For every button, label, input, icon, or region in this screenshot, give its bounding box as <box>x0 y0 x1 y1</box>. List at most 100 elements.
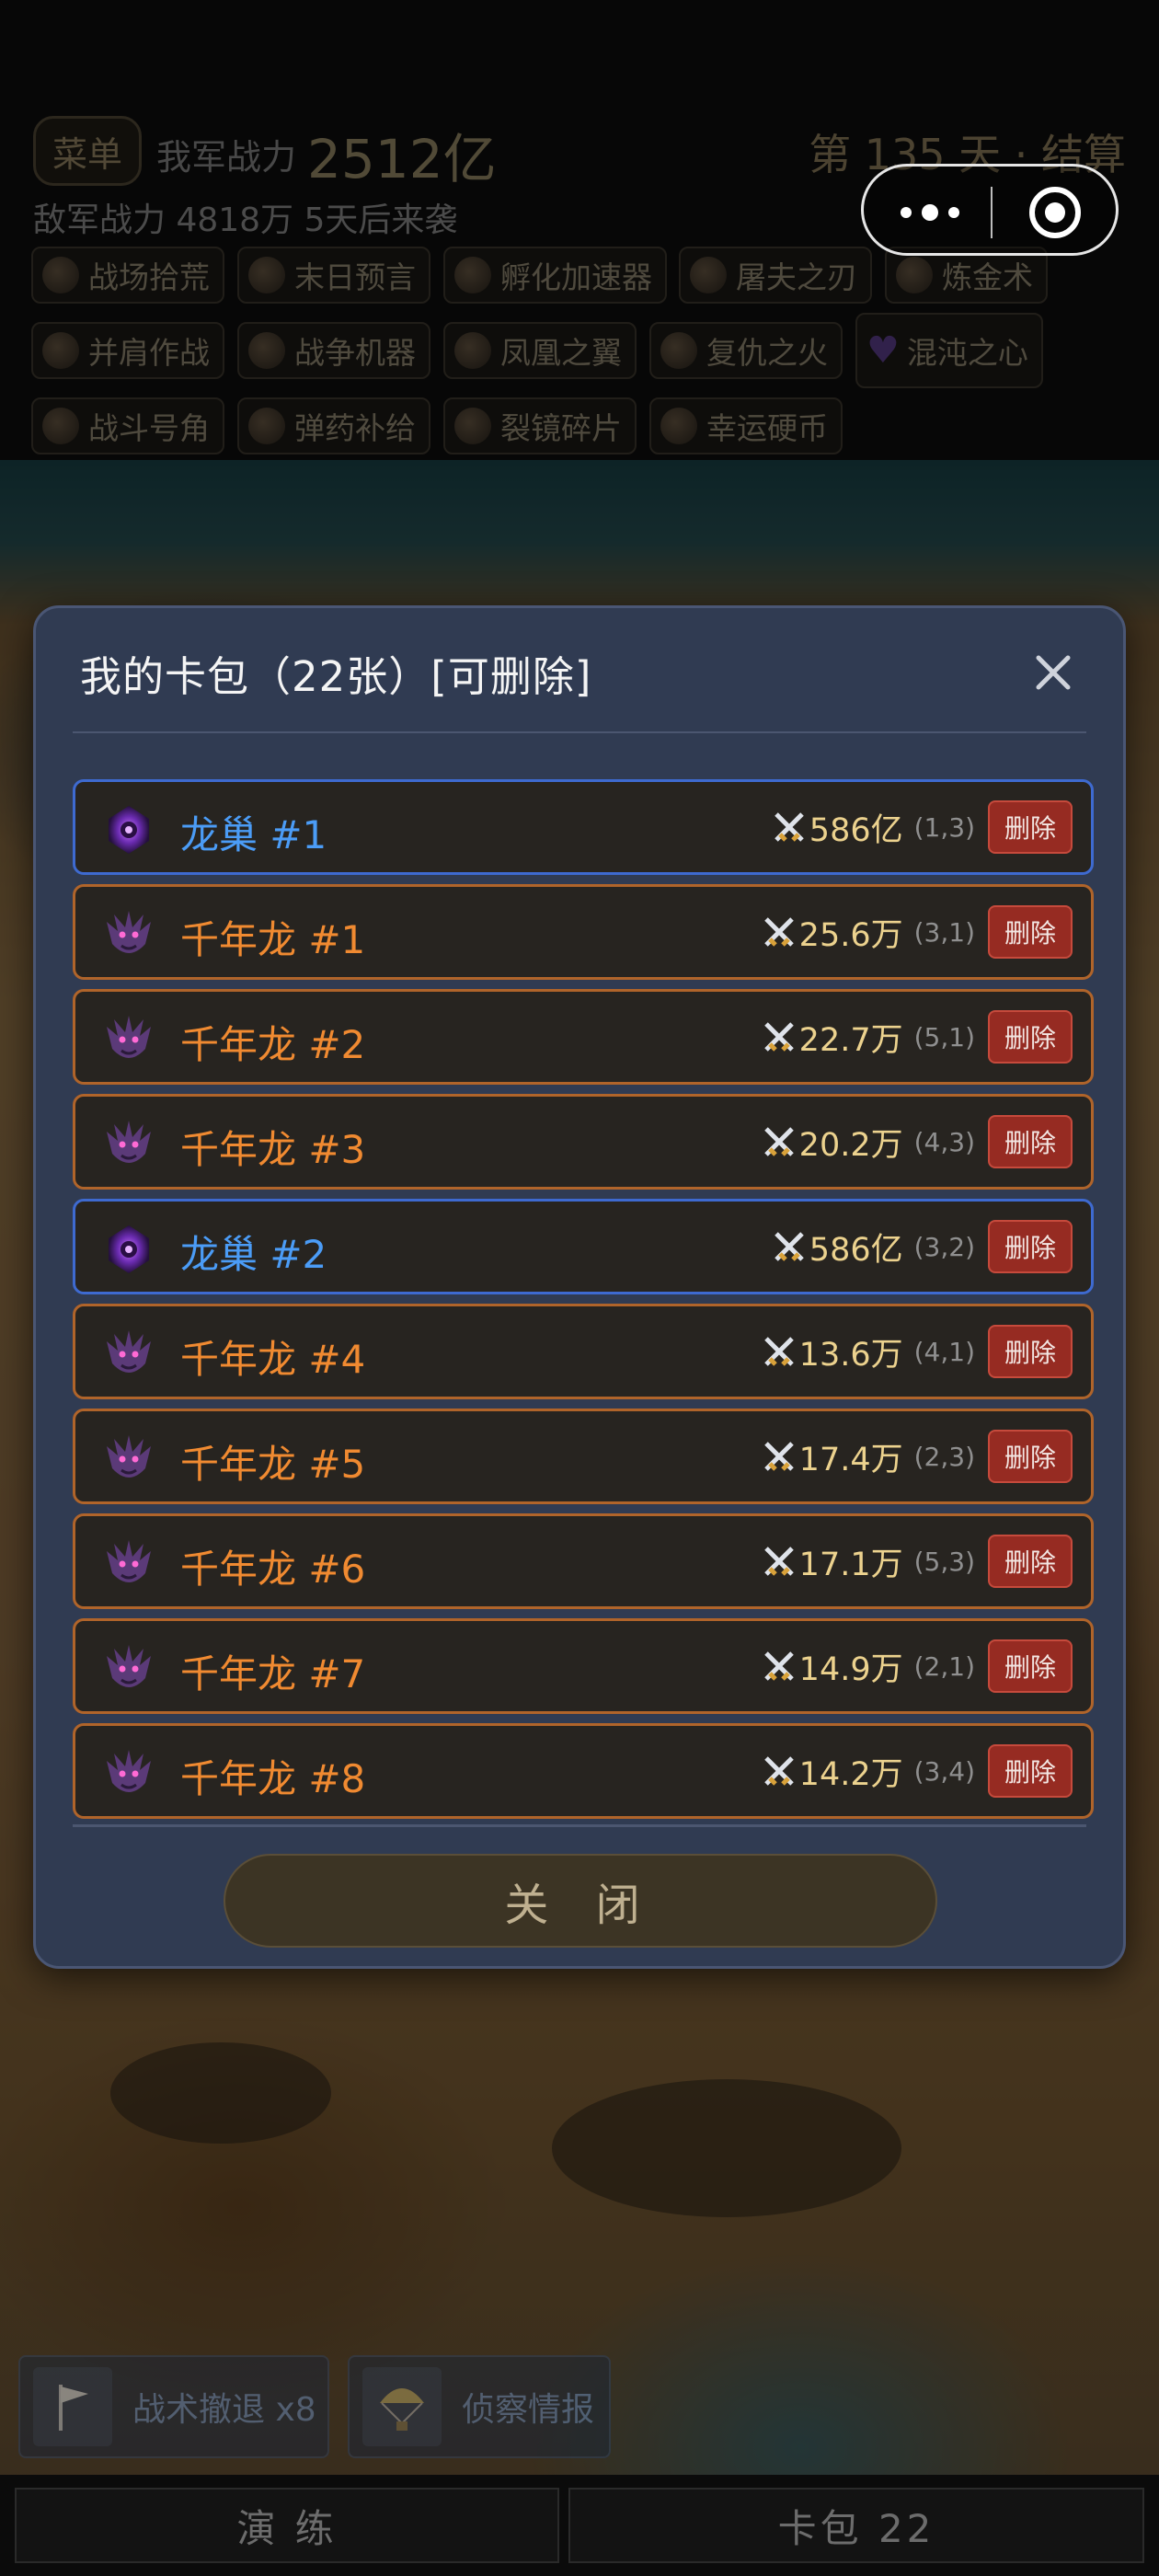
card-position: (3,4) <box>913 1755 975 1787</box>
card-power: 586亿 <box>809 1231 903 1269</box>
card-row[interactable]: 千年龙 #5 17.4万 (2,3) 删除 <box>73 1409 1094 1504</box>
shard-icon <box>454 408 491 444</box>
card-row[interactable]: 千年龙 #8 14.2万 (3,4) 删除 <box>73 1723 1094 1819</box>
delete-button[interactable]: 删除 <box>988 1639 1073 1693</box>
delete-button[interactable]: 删除 <box>988 1115 1073 1168</box>
crossed-swords-icon <box>761 1543 798 1580</box>
buff-chip[interactable]: 末日预言 <box>237 247 430 304</box>
card-row[interactable]: 千年龙 #4 13.6万 (4,1) 删除 <box>73 1304 1094 1399</box>
crossed-swords-icon <box>761 1753 798 1789</box>
capsule-divider <box>991 187 993 238</box>
tactical-retreat-button[interactable]: 战术撤退 x8 <box>18 2355 329 2458</box>
card-position: (5,3) <box>913 1546 975 1577</box>
card-position: (5,1) <box>913 1021 975 1052</box>
card-power: 25.6万 <box>798 916 903 954</box>
delete-button[interactable]: 删除 <box>988 1744 1073 1798</box>
recon-button[interactable]: 侦察情报 <box>348 2355 611 2458</box>
phoenix-icon <box>454 332 491 369</box>
crossed-swords-icon <box>771 809 808 845</box>
close-miniprogram-icon[interactable] <box>1027 185 1083 240</box>
card-name: 龙巢 #1 <box>180 812 327 857</box>
buff-chip[interactable]: 战争机器 <box>237 322 430 379</box>
dialog-title: 我的卡包（22张）[可删除] <box>80 652 592 701</box>
parachute-icon <box>362 2367 442 2446</box>
card-row[interactable]: 龙巢 #2 586亿 (3,2) 删除 <box>73 1199 1094 1294</box>
delete-button[interactable]: 删除 <box>988 800 1073 854</box>
card-row[interactable]: 千年龙 #2 22.7万 (5,1) 删除 <box>73 989 1094 1085</box>
card-power: 17.4万 <box>798 1441 903 1478</box>
fire-icon <box>660 332 697 369</box>
buff-chip[interactable]: 孵化加速器 <box>443 247 667 304</box>
ancient-dragon-icon <box>101 1746 156 1801</box>
card-name: 龙巢 #2 <box>180 1232 327 1277</box>
card-stats: 14.2万 (3,4) 删除 <box>761 1726 1073 1816</box>
card-position: (4,3) <box>913 1126 975 1157</box>
delete-button[interactable]: 删除 <box>988 1535 1073 1588</box>
crossed-swords-icon <box>761 1648 798 1685</box>
card-name: 千年龙 #2 <box>180 1022 366 1067</box>
card-power: 14.9万 <box>798 1650 903 1688</box>
card-row[interactable]: 千年龙 #7 14.9万 (2,1) 删除 <box>73 1618 1094 1714</box>
card-position: (2,1) <box>913 1650 975 1682</box>
close-button[interactable]: 关 闭 <box>224 1854 937 1948</box>
menu-button[interactable]: 菜单 <box>33 116 142 186</box>
buff-chip[interactable]: 凤凰之翼 <box>443 322 637 379</box>
card-stats: 14.9万 (2,1) 删除 <box>761 1621 1073 1711</box>
buff-chip[interactable]: 战斗号角 <box>31 397 224 454</box>
doom-icon <box>248 257 285 293</box>
card-position: (4,1) <box>913 1336 975 1367</box>
buff-chip[interactable]: 并肩作战 <box>31 322 224 379</box>
dragon-nest-icon <box>101 1222 156 1277</box>
buff-chip[interactable]: 战场拾荒 <box>31 247 224 304</box>
card-power: 17.1万 <box>798 1546 903 1583</box>
card-position: (3,1) <box>913 916 975 948</box>
card-row[interactable]: 龙巢 #1 586亿 (1,3) 删除 <box>73 779 1094 875</box>
delete-button[interactable]: 删除 <box>988 1325 1073 1378</box>
card-row[interactable]: 千年龙 #6 17.1万 (5,3) 删除 <box>73 1513 1094 1609</box>
card-row[interactable]: 千年龙 #3 20.2万 (4,3) 删除 <box>73 1094 1094 1190</box>
card-pack-dialog: 我的卡包（22张）[可删除] 龙巢 #1 586亿 (1,3) 删除 千年龙 #1 25.… <box>33 605 1126 1969</box>
card-stats: 25.6万 (3,1) 删除 <box>761 887 1073 977</box>
card-position: (2,3) <box>913 1441 975 1472</box>
card-power: 13.6万 <box>798 1336 903 1374</box>
card-power: 14.2万 <box>798 1755 903 1793</box>
card-stats: 586亿 (1,3) 删除 <box>771 782 1073 872</box>
more-dots-icon[interactable] <box>893 190 967 235</box>
crossed-swords-icon <box>761 1123 798 1160</box>
card-stats: 22.7万 (5,1) 删除 <box>761 992 1073 1082</box>
delete-button[interactable]: 删除 <box>988 1430 1073 1483</box>
incubator-icon <box>454 257 491 293</box>
tab-cardpack[interactable]: 卡包 22 <box>568 2488 1144 2563</box>
card-stats: 20.2万 (4,3) 删除 <box>761 1097 1073 1187</box>
delete-button[interactable]: 删除 <box>988 1010 1073 1064</box>
buff-chip[interactable]: 裂镜碎片 <box>443 397 637 454</box>
ally-icon <box>42 332 79 369</box>
card-stats: 17.4万 (2,3) 删除 <box>761 1411 1073 1501</box>
buff-chip[interactable]: 幸运硬币 <box>649 397 843 454</box>
army-power-value: 2512亿 <box>307 128 497 190</box>
close-icon[interactable] <box>1029 649 1077 696</box>
ancient-dragon-icon <box>101 1432 156 1487</box>
card-row[interactable]: 千年龙 #1 25.6万 (3,1) 删除 <box>73 884 1094 980</box>
card-power: 22.7万 <box>798 1021 903 1059</box>
buff-chip[interactable]: 屠夫之刃 <box>679 247 872 304</box>
card-stats: 13.6万 (4,1) 删除 <box>761 1306 1073 1397</box>
card-stats: 17.1万 (5,3) 删除 <box>761 1516 1073 1606</box>
buff-chip[interactable]: 弹药补给 <box>237 397 430 454</box>
ammo-icon <box>248 408 285 444</box>
card-stats: 586亿 (3,2) 删除 <box>771 1202 1073 1292</box>
miniprogram-capsule <box>861 164 1119 256</box>
buff-chip[interactable]: 复仇之火 <box>649 322 843 379</box>
buff-chip[interactable]: ♥ 混沌之心 <box>855 313 1043 388</box>
ancient-dragon-icon <box>101 1012 156 1067</box>
horn-icon <box>42 408 79 444</box>
card-name: 千年龙 #4 <box>180 1337 366 1382</box>
blade-icon <box>690 257 727 293</box>
crossed-swords-icon <box>771 1228 808 1265</box>
card-name: 千年龙 #3 <box>180 1127 366 1172</box>
delete-button[interactable]: 删除 <box>988 1220 1073 1273</box>
ancient-dragon-icon <box>101 1536 156 1592</box>
delete-button[interactable]: 删除 <box>988 905 1073 959</box>
crossed-swords-icon <box>761 1018 798 1055</box>
tab-drill[interactable]: 演 练 <box>15 2488 559 2563</box>
